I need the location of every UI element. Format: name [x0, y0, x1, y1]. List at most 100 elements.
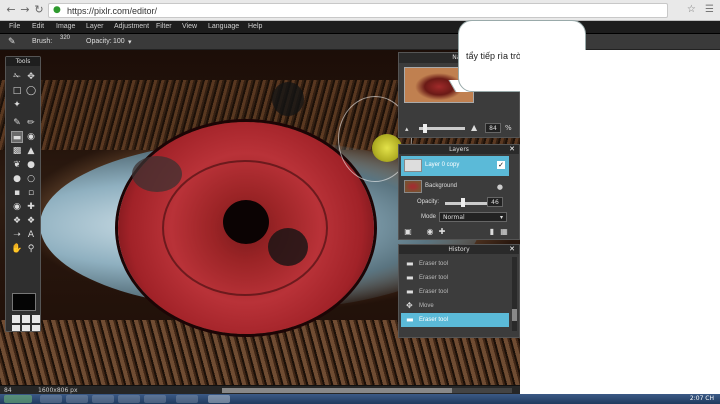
menu-image[interactable]: Image [56, 23, 75, 30]
menu-icon[interactable]: ☰ [705, 4, 714, 15]
menu-language[interactable]: Language [208, 23, 239, 30]
marquee-tool-icon[interactable]: □ [11, 85, 23, 97]
add-mask-icon[interactable]: ◉ [425, 227, 435, 236]
reload-icon[interactable]: ↻ [32, 3, 46, 17]
line-tool-icon[interactable]: ➝ [11, 229, 23, 241]
start-button[interactable] [4, 395, 32, 403]
primary-color-swatch[interactable] [12, 293, 36, 311]
crop-tool-icon[interactable]: ✁ [11, 71, 23, 83]
menu-adjustment[interactable]: Adjustment [114, 23, 149, 30]
picker-tool-icon[interactable]: ❦ [11, 159, 23, 171]
browser-icons: ☆ ☰ [681, 4, 714, 15]
smudge-tool-icon[interactable]: ▪ [11, 187, 23, 199]
history-scrollbar[interactable] [512, 257, 517, 331]
taskbar-app[interactable] [144, 395, 166, 403]
star-icon[interactable]: ☆ [687, 4, 696, 15]
options-bar: ✎ Brush: 320 Opacity: 100 ▾ [0, 34, 720, 50]
menu-edit[interactable]: Edit [32, 23, 44, 30]
zoom-in-icon[interactable]: ▲ [471, 123, 477, 132]
chevron-down-icon[interactable]: ▾ [128, 38, 132, 46]
lock-icon: ● [496, 183, 503, 191]
hand-tool-icon[interactable]: ✋ [11, 243, 23, 255]
burn-tool-icon[interactable]: ▫ [25, 187, 37, 199]
pencil-tool-icon[interactable]: ✎ [11, 117, 23, 129]
history-item-label: Eraser tool [419, 317, 449, 323]
grid-view-icon[interactable] [32, 315, 40, 323]
gradient-tool-icon[interactable]: ▩ [11, 145, 23, 157]
grid-view-icon[interactable] [12, 315, 20, 323]
taskbar-app-active[interactable] [208, 395, 230, 403]
layer-opacity-value[interactable]: 46 [487, 197, 503, 207]
new-layer-icon[interactable]: ✚ [437, 227, 447, 236]
menu-help[interactable]: Help [248, 23, 262, 30]
app-menu-bar: File Edit Image Layer Adjustment Filter … [0, 21, 720, 34]
history-item[interactable]: ▬ Eraser tool [401, 257, 509, 271]
taskbar-app[interactable] [40, 395, 62, 403]
menu-view[interactable]: View [182, 23, 197, 30]
close-icon[interactable]: ✕ [509, 245, 515, 254]
zoom-slider-knob[interactable] [423, 124, 427, 133]
copy-layer-icon[interactable]: ▮ [487, 227, 497, 236]
status-bar: 84 1600x806 px [0, 385, 520, 394]
taskbar-clock: 2:07 CH [689, 395, 714, 402]
grid-view-icon[interactable] [12, 325, 20, 331]
pinch-tool-icon[interactable]: ❖ [11, 215, 23, 227]
layer-row[interactable]: Layer 0 copy ✓ [401, 156, 509, 176]
back-arrow-icon[interactable]: ← [4, 3, 18, 17]
lasso-tool-icon[interactable]: ◯ [25, 85, 37, 97]
history-title: History ✕ [399, 245, 519, 254]
layer-settings-icon[interactable]: ▣ [403, 227, 413, 236]
scrollbar-thumb[interactable] [222, 388, 452, 393]
brush-size-value[interactable]: 320 [60, 35, 70, 41]
heal-tool-icon[interactable]: ✚ [25, 201, 37, 213]
opacity-value[interactable]: 100 [113, 38, 125, 45]
close-icon[interactable]: ✕ [509, 145, 515, 154]
text-tool-icon[interactable]: A [25, 229, 37, 241]
redeye-tool-icon[interactable]: ◉ [11, 201, 23, 213]
address-bar[interactable]: ● https://pixlr.com/editor/ [48, 3, 668, 18]
brush-tool-icon[interactable]: ✏ [25, 117, 37, 129]
canvas-hscrollbar[interactable] [222, 388, 512, 393]
bucket-tool-icon[interactable]: ◉ [25, 131, 37, 143]
layers-title-text: Layers [449, 146, 469, 153]
browser-toolbar: ← → ↻ ● https://pixlr.com/editor/ ☆ ☰ [0, 0, 720, 21]
forward-arrow-icon[interactable]: → [18, 3, 32, 17]
history-item[interactable]: ✥ Move [401, 299, 509, 313]
blend-mode-select[interactable]: Normal ▾ [439, 212, 507, 222]
grid-view-icon[interactable] [22, 325, 30, 331]
grid-view-icon[interactable] [32, 325, 40, 331]
layer-opacity-knob[interactable] [461, 198, 465, 207]
history-item[interactable]: ▬ Eraser tool [401, 271, 509, 285]
stamp-tool-icon[interactable]: ▲ [25, 145, 37, 157]
taskbar-app[interactable] [118, 395, 140, 403]
tools-panel: Tools ✁ ✥ □ ◯ ✦ ✎ ✏ ▬ ◉ ▩ ▲ ❦ ● ● ○ ▪ ▫ … [5, 56, 41, 332]
zoom-out-icon[interactable]: ▴ [405, 125, 409, 133]
history-item[interactable]: ▬ Eraser tool [401, 285, 509, 299]
grid-view-icon[interactable] [22, 315, 30, 323]
layer-row[interactable]: Background ● [401, 177, 509, 197]
menu-filter[interactable]: Filter [156, 23, 172, 30]
zoom-value[interactable]: 84 [485, 123, 501, 133]
history-item-label: Eraser tool [419, 289, 449, 295]
taskbar-app[interactable] [66, 395, 88, 403]
eraser-icon: ▬ [406, 273, 414, 282]
eraser-tool[interactable]: ▬ [11, 131, 23, 143]
wand-tool-icon[interactable]: ✦ [11, 99, 23, 111]
tomoe-bottom [268, 228, 308, 266]
menu-layer[interactable]: Layer [86, 23, 104, 30]
layer-visibility-checkbox[interactable]: ✓ [497, 161, 505, 169]
move-tool-icon[interactable]: ✥ [25, 71, 37, 83]
history-item-active[interactable]: ▬ Eraser tool [401, 313, 509, 327]
eraser-icon: ▬ [406, 259, 414, 268]
drop-tool-icon[interactable]: ● [25, 159, 37, 171]
bloat-tool-icon[interactable]: ❖ [25, 215, 37, 227]
dodge-tool-icon[interactable]: ○ [25, 173, 37, 185]
taskbar-app[interactable] [176, 395, 198, 403]
sponge-tool-icon[interactable]: ● [11, 173, 23, 185]
trash-icon[interactable]: ▦ [499, 227, 509, 236]
zoom-tool-icon[interactable]: ⚲ [25, 243, 37, 255]
chevron-down-icon: ▾ [499, 214, 503, 221]
scrollbar-thumb[interactable] [512, 309, 517, 321]
menu-file[interactable]: File [9, 23, 20, 30]
taskbar-app[interactable] [92, 395, 114, 403]
